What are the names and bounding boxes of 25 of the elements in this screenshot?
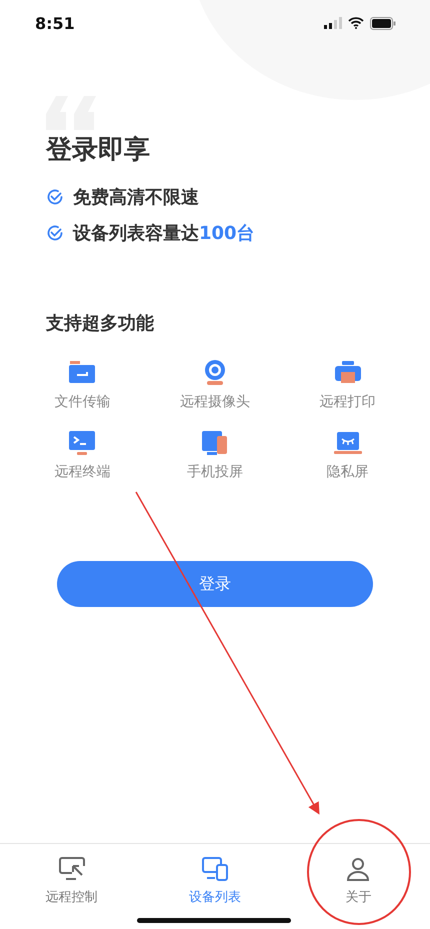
check-circle-icon [46, 188, 64, 206]
feature-label[interactable]: 手机投屏 [186, 463, 243, 481]
tab[interactable]: 设备列表 [143, 844, 287, 929]
title: 登录即享 [46, 134, 151, 167]
screen-cast-icon [200, 429, 230, 457]
check-circle-icon [46, 224, 64, 242]
login-button[interactable]: 登录 [57, 561, 373, 607]
feature-label[interactable]: 远程终端 [54, 463, 110, 481]
monitor-cursor-icon [58, 856, 86, 882]
benefit-text: 设备列表容量达100台 [73, 222, 255, 245]
feature-label[interactable]: 远程摄像头 [180, 393, 250, 411]
devices-icon [200, 856, 229, 882]
feature-label[interactable]: 文件传输 [54, 393, 110, 411]
battery-icon [370, 16, 396, 30]
terminal-icon [67, 429, 98, 457]
benefit-text: 免费高清不限速 [73, 186, 199, 209]
feature-label[interactable]: 隐私屏 [326, 463, 369, 481]
feature-label[interactable]: 远程打印 [320, 393, 376, 411]
tab[interactable]: 关于 [286, 844, 430, 929]
privacy-screen-icon [332, 429, 363, 457]
signal-icon [324, 17, 342, 29]
tab[interactable]: 远程控制 [0, 844, 144, 929]
wifi-icon [348, 17, 364, 29]
section-heading: 支持超多功能 [46, 312, 155, 335]
status-time: 8:51 [35, 14, 75, 32]
